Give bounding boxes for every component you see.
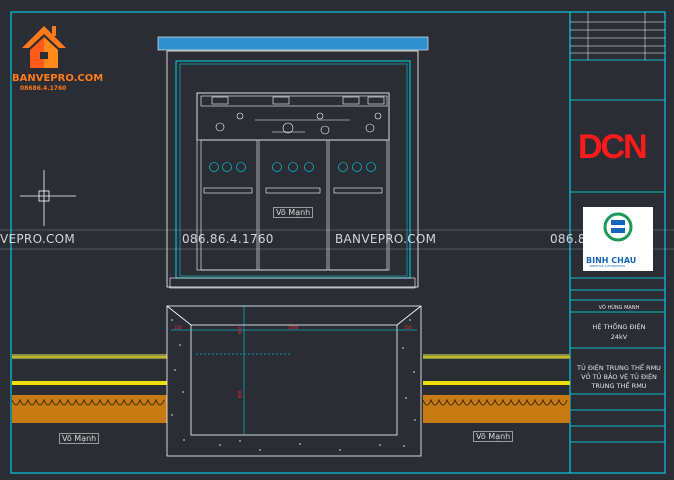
watermark-site-mid: BANVEPRO.COM (335, 232, 437, 246)
binh-chau-sub: CREATIVE AUTOMATION (589, 264, 625, 268)
cad-canvas: BANVEPRO.COM 08686.4.1760 VEPRO.COM 086.… (0, 0, 674, 480)
ground-right (423, 354, 570, 423)
dim-left: 150 (174, 325, 182, 330)
cabinet-roof (157, 36, 429, 51)
house-logo-icon (22, 26, 66, 68)
dim-top: 1000 (288, 325, 299, 330)
drawing-title-1: TỦ ĐIỆN TRUNG THẾ RMU (577, 364, 661, 372)
dim-right: 150 (404, 325, 412, 330)
ground-left (11, 354, 168, 423)
brand-phone: 08686.4.1760 (20, 85, 67, 92)
drawing-title-3: TRUNG THẾ RMU (591, 382, 647, 390)
cabinet-body (166, 50, 419, 288)
ground-label-left: Võ Mạnh (59, 433, 100, 444)
brand-name: BANVEPRO.COM (12, 73, 104, 84)
system-name: HỆ THỐNG ĐIỆN (592, 323, 646, 331)
dim-depth: 900 (237, 390, 243, 399)
concrete-hatch (171, 319, 416, 451)
crosshair-icon (20, 170, 76, 226)
dcn-logo: DCN (578, 128, 648, 166)
ground-label-right: Võ Mạnh (473, 431, 514, 442)
designer-name: VÕ HÙNG MẠNH (598, 305, 640, 311)
drawing-title-2: VỎ TỦ BẢO VỆ TỦ ĐIỆN (581, 373, 657, 381)
watermark-phone-1: 086.86.4.1760 (182, 232, 274, 246)
dim-side: 500 (237, 326, 243, 335)
cabinet-label: Võ Mạnh (273, 207, 314, 218)
watermark-site-left: VEPRO.COM (0, 232, 76, 246)
system-voltage: 24kV (610, 333, 628, 341)
